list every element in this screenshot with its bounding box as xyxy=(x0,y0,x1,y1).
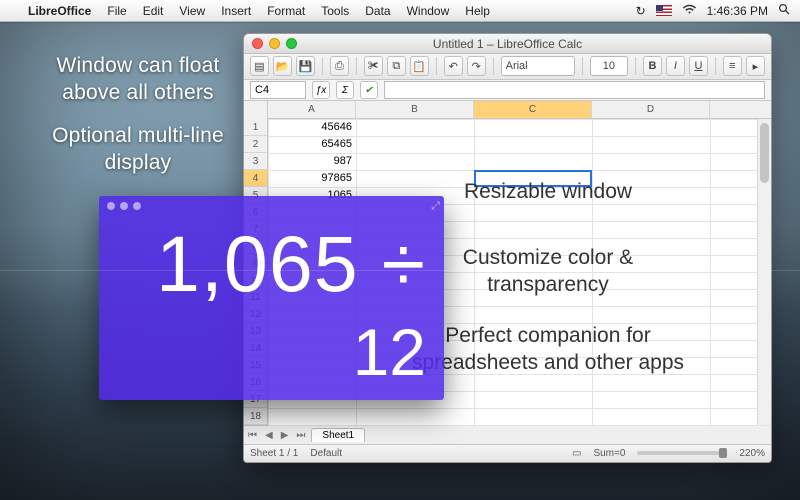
status-bar: Sheet 1 / 1 Default ▭ Sum=0 220% xyxy=(244,444,771,462)
column-headers: A B C D xyxy=(268,101,771,119)
calc-titlebar[interactable]: Untitled 1 – LibreOffice Calc xyxy=(244,34,771,54)
toolbar-save-icon[interactable]: 💾 xyxy=(296,56,315,76)
desktop-background: LibreOffice File Edit View Insert Format… xyxy=(0,0,800,500)
sum-button[interactable]: Σ xyxy=(336,81,354,99)
sheet-tab-bar: ⏮ ◀ ▶ ⏭ Sheet1 xyxy=(244,425,771,443)
underline-button[interactable]: U xyxy=(689,56,708,76)
col-header-D[interactable]: D xyxy=(592,101,710,118)
accept-button[interactable]: ✔ xyxy=(360,81,378,99)
col-header-A[interactable]: A xyxy=(268,101,356,118)
calculator-close-button[interactable] xyxy=(107,202,115,210)
toolbar-new-icon[interactable]: ▤ xyxy=(250,56,269,76)
menu-data[interactable]: Data xyxy=(357,4,398,18)
align-left-button[interactable]: ≡ xyxy=(723,56,742,76)
function-wizard-button[interactable]: ƒx xyxy=(312,81,330,99)
col-header-B[interactable]: B xyxy=(356,101,474,118)
col-header-C[interactable]: C xyxy=(474,101,592,118)
calculator-window[interactable]: ⤢ 1,065 ÷ 12 xyxy=(99,196,444,400)
row-header-2[interactable]: 2 xyxy=(244,136,267,153)
menu-tools[interactable]: Tools xyxy=(313,4,357,18)
spotlight-icon[interactable] xyxy=(778,3,790,18)
status-insert-mode-icon[interactable]: ▭ xyxy=(572,448,581,459)
formula-bar: C4 ƒx Σ ✔ xyxy=(244,80,771,102)
sync-icon[interactable]: ↻ xyxy=(636,4,646,18)
sheet-nav-first-icon[interactable]: ⏮ xyxy=(244,430,261,441)
menu-format[interactable]: Format xyxy=(259,4,313,18)
sheet-nav-last-icon[interactable]: ⏭ xyxy=(292,430,309,441)
calc-window-title: Untitled 1 – LibreOffice Calc xyxy=(244,37,771,51)
toolbar-open-icon[interactable]: 📂 xyxy=(273,56,292,76)
cell-A4[interactable]: 97865 xyxy=(268,170,356,187)
status-zoom[interactable]: 220% xyxy=(739,448,765,459)
toolbar-undo-icon[interactable]: ↶ xyxy=(444,56,463,76)
caption-customize: Customize color & transparency xyxy=(418,245,678,298)
zoom-slider[interactable] xyxy=(637,451,727,455)
font-name-combo[interactable]: Arial xyxy=(501,56,575,76)
caption-float-above: Window can float above all others xyxy=(38,52,238,107)
caption-multiline: Optional multi-line display xyxy=(38,122,238,177)
vertical-scrollbar[interactable] xyxy=(757,119,771,425)
toolbar-redo-icon[interactable]: ↷ xyxy=(467,56,486,76)
caption-companion: Perfect companion for spreadsheets and o… xyxy=(408,323,688,376)
calculator-display-line2: 12 xyxy=(99,314,426,390)
status-sheet-count: Sheet 1 / 1 xyxy=(250,448,298,459)
font-size-combo[interactable]: 10 xyxy=(590,56,628,76)
calculator-resize-handle-icon[interactable]: ⤢ xyxy=(431,200,440,213)
menu-insert[interactable]: Insert xyxy=(213,4,259,18)
row-header-18[interactable]: 18 xyxy=(244,408,267,425)
calculator-traffic-lights xyxy=(107,202,141,210)
menubar-app-name[interactable]: LibreOffice xyxy=(20,4,99,18)
menu-view[interactable]: View xyxy=(171,4,213,18)
sheet-tab-1[interactable]: Sheet1 xyxy=(311,428,365,442)
toolbar-cut-icon[interactable]: ✀ xyxy=(364,56,383,76)
menu-help[interactable]: Help xyxy=(457,4,498,18)
calculator-minimize-button[interactable] xyxy=(120,202,128,210)
toolbar-print-icon[interactable]: ⎙ xyxy=(330,56,349,76)
cell-A3[interactable]: 987 xyxy=(268,153,356,170)
menu-file[interactable]: File xyxy=(99,4,134,18)
calc-toolbar: ▤ 📂 💾 ⎙ ✀ ⧉ 📋 ↶ ↷ Arial 10 B I U ≡ ▸ xyxy=(244,54,771,80)
row-header-1[interactable]: 1 xyxy=(244,119,267,136)
mac-menubar: LibreOffice File Edit View Insert Format… xyxy=(0,0,800,22)
toolbar-more-icon[interactable]: ▸ xyxy=(746,56,765,76)
cell-A2[interactable]: 65465 xyxy=(268,136,356,153)
name-box[interactable]: C4 xyxy=(250,81,306,99)
wifi-icon[interactable] xyxy=(682,4,697,18)
toolbar-copy-icon[interactable]: ⧉ xyxy=(387,56,406,76)
calculator-display-line1: 1,065 ÷ xyxy=(99,218,426,310)
italic-button[interactable]: I xyxy=(666,56,685,76)
menubar-clock[interactable]: 1:46:36 PM xyxy=(707,4,768,18)
menu-window[interactable]: Window xyxy=(399,4,458,18)
sheet-nav-prev-icon[interactable]: ◀ xyxy=(261,430,277,441)
status-sum: Sum=0 xyxy=(593,448,625,459)
input-source-flag-icon[interactable] xyxy=(656,5,672,16)
status-page-style: Default xyxy=(310,448,342,459)
cell-A1[interactable]: 45646 xyxy=(268,119,356,136)
toolbar-paste-icon[interactable]: 📋 xyxy=(410,56,429,76)
caption-resizable: Resizable window xyxy=(418,179,678,205)
menu-edit[interactable]: Edit xyxy=(135,4,172,18)
calculator-zoom-button[interactable] xyxy=(133,202,141,210)
row-header-3[interactable]: 3 xyxy=(244,153,267,170)
bold-button[interactable]: B xyxy=(643,56,662,76)
formula-input[interactable] xyxy=(384,81,765,99)
sheet-nav-next-icon[interactable]: ▶ xyxy=(277,430,293,441)
row-header-4[interactable]: 4 xyxy=(244,170,267,187)
